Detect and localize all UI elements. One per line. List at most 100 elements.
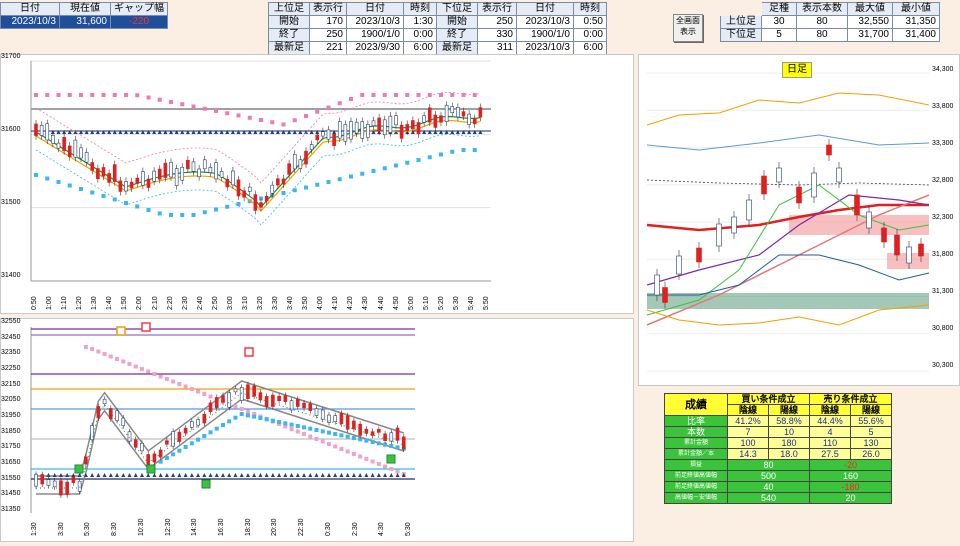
upper-band-marker xyxy=(45,93,50,97)
candle xyxy=(395,427,400,441)
triangle-marker xyxy=(202,473,207,477)
fullscreen-button[interactable]: 全画面 表示 xyxy=(673,14,703,42)
y-tick-label: 31700 xyxy=(1,53,21,60)
upper-band-marker xyxy=(108,354,113,359)
triangle-marker xyxy=(345,473,350,477)
upper-band-marker xyxy=(90,347,95,351)
cell: 26.0 xyxy=(850,448,892,460)
candle xyxy=(776,167,782,183)
x-tick-label: 5:40 xyxy=(467,296,475,310)
candle xyxy=(906,246,912,264)
triangle-marker xyxy=(333,473,338,477)
upper-band-marker xyxy=(115,357,120,361)
candle xyxy=(165,440,169,445)
cell[interactable]: 80 xyxy=(796,15,848,29)
cell: 221 xyxy=(309,41,347,55)
candle xyxy=(231,170,235,186)
candle xyxy=(308,403,313,411)
x-tick-label: 22:30 xyxy=(298,518,306,536)
candle xyxy=(364,428,369,434)
cell[interactable]: 330 xyxy=(477,28,517,42)
chart-30min-panel[interactable] xyxy=(0,318,634,542)
chart-daily[interactable] xyxy=(639,55,959,385)
cell[interactable]: 250 xyxy=(309,28,347,42)
col-type: 足種 xyxy=(761,2,797,16)
x-tick-label: 2:40 xyxy=(196,296,204,310)
candle xyxy=(121,417,126,427)
col-min: 最小値 xyxy=(892,2,940,16)
upper-band-marker xyxy=(139,367,144,371)
candle xyxy=(197,168,201,178)
x-tick-label: 5:30 xyxy=(405,522,412,536)
fullscreen-label-1: 全画面 xyxy=(676,16,700,25)
row-label: 高値幅－安値幅 xyxy=(664,492,728,504)
y-tick-label: 32550 xyxy=(1,318,21,325)
col-date: 日付 xyxy=(516,2,574,16)
candle xyxy=(826,144,832,156)
candle xyxy=(233,388,238,393)
upper-band-marker xyxy=(270,120,275,125)
cell[interactable]: 30 xyxy=(761,15,797,29)
upper-band-marker xyxy=(183,384,188,389)
lower-band-marker xyxy=(326,180,331,184)
y-tick-label: 31750 xyxy=(1,443,21,451)
lower-band-marker xyxy=(56,180,61,184)
row-label: 本数 xyxy=(664,426,728,438)
x-tick-label: 1:10 xyxy=(61,296,69,310)
candle xyxy=(366,124,370,138)
candle xyxy=(298,159,303,169)
col-count: 表示本数 xyxy=(796,2,848,16)
candle xyxy=(252,385,256,397)
candle xyxy=(135,177,140,184)
x-tick-label: 3:00 xyxy=(226,296,234,310)
triangle-marker xyxy=(320,473,325,477)
col-upper: 上位足 xyxy=(268,2,310,16)
x-tick-label: 2:10 xyxy=(151,296,159,310)
col-max: 最大値 xyxy=(847,2,893,16)
chart-daily-panel[interactable] xyxy=(638,54,960,386)
upper-band-marker xyxy=(295,429,300,434)
chart-5min[interactable] xyxy=(1,55,633,313)
candle xyxy=(163,162,168,178)
triangle-marker xyxy=(214,473,219,477)
cell[interactable]: 80 xyxy=(796,28,848,42)
cell[interactable]: 5 xyxy=(761,28,797,42)
candle xyxy=(456,107,460,118)
candle xyxy=(34,474,38,487)
upper-band-marker xyxy=(339,447,344,451)
candle xyxy=(796,186,802,204)
chart-30min[interactable] xyxy=(1,319,633,541)
triangle-marker xyxy=(58,473,63,477)
candle xyxy=(191,161,196,172)
x-tick-label: 1:40 xyxy=(106,296,114,310)
candle xyxy=(377,117,381,132)
results-title: 成績 xyxy=(664,393,728,416)
lower-band-marker xyxy=(339,433,344,438)
cell: 0:50 xyxy=(573,15,607,29)
chart-5min-panel[interactable] xyxy=(0,54,634,314)
cell[interactable]: 170 xyxy=(309,15,347,29)
row-label: 最新足 xyxy=(268,41,310,55)
lower-band-marker xyxy=(302,425,307,430)
lower-band-marker xyxy=(264,417,269,422)
cell[interactable]: 250 xyxy=(477,15,517,29)
lower-band-marker xyxy=(461,148,466,152)
current-date: 2023/10/3 xyxy=(0,15,60,29)
candle xyxy=(461,111,466,117)
candle xyxy=(277,395,281,401)
candle xyxy=(416,122,421,135)
upper-band-marker xyxy=(189,387,194,391)
cell: 4 xyxy=(809,426,851,438)
candle xyxy=(169,161,173,178)
cell: 7 xyxy=(727,426,769,438)
x-tick-label: 4:30 xyxy=(362,296,370,310)
cell: 80 xyxy=(727,459,810,471)
upper-band-marker xyxy=(96,349,101,354)
candle xyxy=(107,173,111,183)
upper-band-marker xyxy=(315,109,320,114)
upper-band-marker xyxy=(349,97,353,101)
candle xyxy=(450,106,455,114)
upper-band-marker xyxy=(326,105,331,110)
cell: 58.8% xyxy=(768,415,810,427)
candle xyxy=(190,421,194,428)
